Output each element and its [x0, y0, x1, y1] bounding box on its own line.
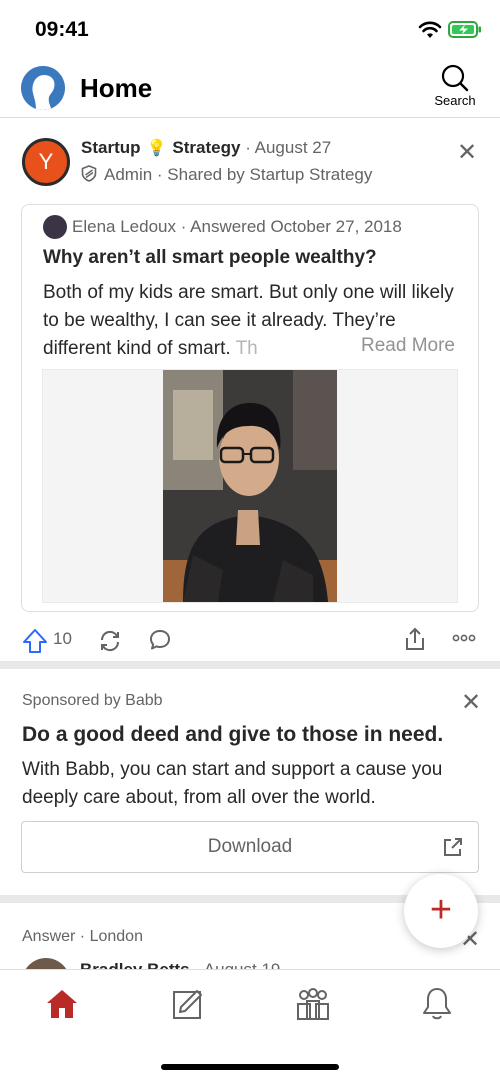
write-icon[interactable] — [170, 986, 206, 1022]
upvote-count: 10 — [53, 629, 72, 648]
ad-body: With Babb, you can start and support a c… — [22, 759, 443, 808]
spaces-icon[interactable] — [295, 986, 331, 1022]
notifications-icon[interactable] — [419, 986, 455, 1022]
page-title: Home — [80, 73, 153, 103]
answer-meta: Answer · London — [22, 928, 143, 945]
status-time: 09:41 — [35, 18, 89, 41]
bottom-tab-bar — [0, 969, 500, 1080]
space-avatar[interactable]: Y — [22, 138, 70, 186]
profile-avatar[interactable] — [21, 66, 65, 110]
space-name-strategy[interactable]: Strategy — [172, 138, 240, 157]
search-button[interactable]: Search — [428, 64, 482, 114]
feed-divider — [0, 661, 500, 669]
wifi-icon — [418, 21, 442, 38]
sponsored-card: Sponsored by Babb ✕ Do a good deed and g… — [0, 669, 500, 895]
upvote-icon[interactable] — [22, 628, 48, 654]
answer-image-frame[interactable] — [42, 369, 458, 603]
post-role-line: Admin · Shared by Startup Strategy — [81, 165, 372, 185]
external-link-icon — [444, 838, 462, 856]
search-label: Search — [434, 93, 476, 108]
home-icon[interactable] — [44, 986, 80, 1022]
space-name-startup[interactable]: Startup — [81, 138, 141, 157]
answer-photo — [163, 370, 337, 602]
reshare-icon[interactable] — [97, 628, 123, 654]
add-question-button[interactable]: + — [404, 874, 478, 948]
post-actions: 10 — [0, 624, 500, 658]
download-button[interactable]: Download — [21, 821, 479, 873]
post-role-text: Admin · Shared by Startup Strategy — [104, 165, 373, 184]
search-icon — [441, 64, 469, 92]
author-avatar[interactable] — [43, 215, 67, 239]
answer-body-fade: Th — [235, 338, 258, 359]
app-header: Home Search — [0, 60, 500, 118]
post-date: · August 27 — [245, 138, 332, 157]
home-indicator — [161, 1064, 339, 1070]
ad-headline[interactable]: Do a good deed and give to those in need… — [22, 723, 443, 747]
read-more-link[interactable]: Read More — [359, 335, 455, 357]
author-line: Bradley Betts · August 19 — [80, 960, 280, 969]
sponsor-label: Sponsored by Babb — [22, 692, 163, 709]
shield-icon — [81, 165, 97, 182]
status-bar: 09:41 — [0, 0, 500, 60]
question-title[interactable]: Why aren’t all smart people wealthy? — [43, 247, 377, 269]
download-label: Download — [207, 836, 293, 857]
profile-silhouette-icon — [21, 66, 65, 110]
shared-answer-card[interactable]: Elena Ledoux · Answered October 27, 2018… — [21, 204, 479, 612]
answer-author-line[interactable]: Elena Ledoux · Answered October 27, 2018 — [72, 217, 402, 237]
share-icon[interactable] — [404, 626, 426, 652]
author-name[interactable]: Bradley Betts — [80, 960, 190, 969]
lightbulb-icon: 💡 — [146, 140, 167, 157]
battery-icon — [448, 21, 481, 38]
post-header-line: Startup 💡 Strategy · August 27 — [81, 138, 331, 158]
plus-icon: + — [429, 889, 453, 931]
post-date: · August 19 — [194, 960, 280, 969]
author-avatar[interactable] — [22, 958, 70, 969]
comment-icon[interactable] — [148, 628, 172, 652]
close-icon[interactable]: ✕ — [457, 141, 477, 165]
more-icon[interactable] — [452, 633, 476, 643]
close-icon[interactable]: ✕ — [461, 691, 481, 715]
feed-post: Y Startup 💡 Strategy · August 27 Admin · S… — [0, 118, 500, 661]
